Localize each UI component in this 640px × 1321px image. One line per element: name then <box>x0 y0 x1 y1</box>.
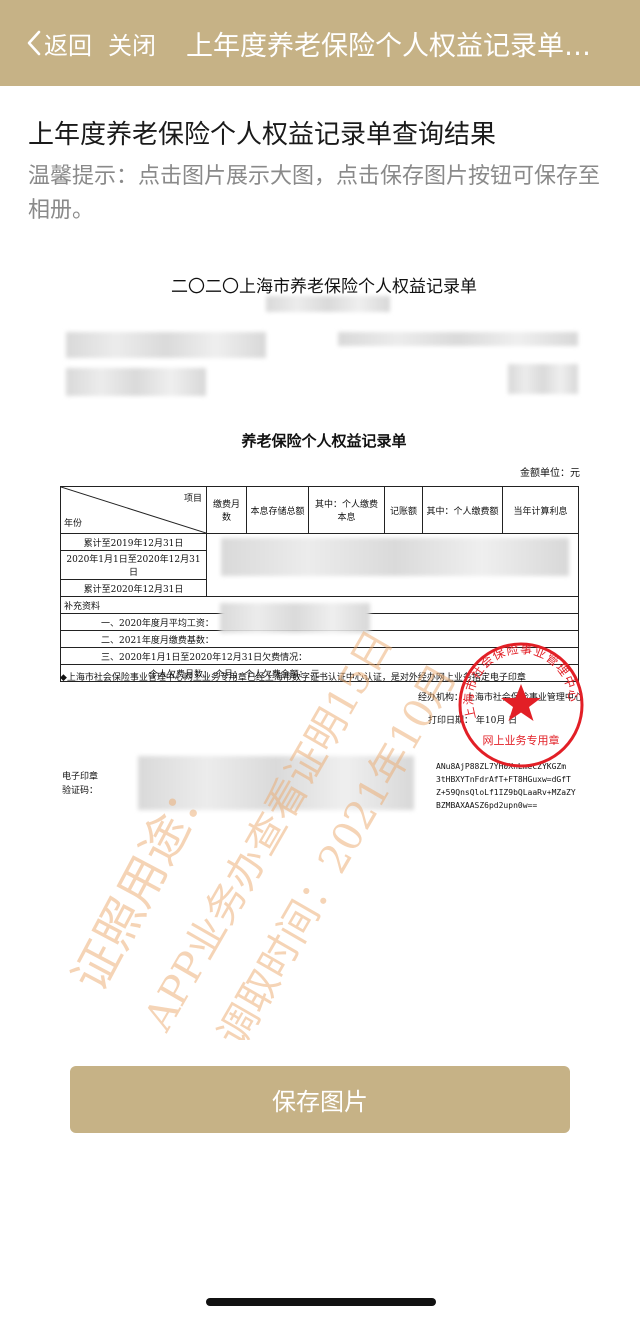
redacted-values-cell <box>206 533 579 597</box>
row-label: 累计至2020年12月31日 <box>60 579 207 597</box>
corner-bottom-label: 年份 <box>64 519 83 529</box>
table-header-row: 项目 年份 缴费月数 本息存储总额 其中：个人缴费本息 记账额 其中：个人缴费额… <box>60 486 579 534</box>
tip-text: 温馨提示：点击图片展示大图，点击保存图片按钮可保存至相册。 <box>28 164 601 223</box>
redacted-block <box>66 332 266 358</box>
back-button[interactable]: 返回 <box>26 26 92 61</box>
redacted-block <box>508 364 578 394</box>
eseal-code-line: BZMBAXAASZ6pd2upn0w== <box>436 801 538 810</box>
back-label: 返回 <box>44 31 92 60</box>
row-label: 2020年1月1日至2020年12月31日 <box>60 550 207 580</box>
column-header: 当年计算利息 <box>502 486 579 534</box>
column-header: 其中：个人缴费本息 <box>308 486 385 534</box>
row-label: 累计至2019年12月31日 <box>60 533 207 551</box>
document-sub-title: 养老保险个人权益记录单 <box>241 432 407 450</box>
record-document-image[interactable]: 二〇二〇上海市养老保险个人权益记录单 养老保险个人权益记录单 金额单位：元 项目… <box>48 260 600 1040</box>
page-heading: 上年度养老保险个人权益记录单查询结果 <box>28 120 497 150</box>
redacted-block <box>66 368 206 396</box>
close-button[interactable]: 关闭 <box>108 26 156 61</box>
table-corner-cell: 项目 年份 <box>60 486 207 534</box>
corner-top-label: 项目 <box>183 494 202 504</box>
redacted-block <box>221 538 569 576</box>
eseal-label-line: 验证码： <box>62 786 99 796</box>
redacted-block <box>338 332 578 346</box>
unit-label: 金额单位：元 <box>520 468 580 479</box>
column-header: 缴费月数 <box>206 486 247 534</box>
official-seal-icon: 上海市社会保险事业管理中心 网上业务专用章 <box>458 641 584 768</box>
eseal-label: 电子印章 验证码： <box>62 770 98 798</box>
table-row: 累计至2019年12月31日 <box>60 533 579 597</box>
eseal-label-line: 电子印章 <box>62 772 99 782</box>
eseal-code-line: 3tHBXYTnFdrAfT+FT8HGuxw=dGfT <box>436 775 571 784</box>
save-image-button[interactable]: 保存图片 <box>70 1066 570 1133</box>
redacted-block <box>266 296 390 312</box>
eseal-code-line: Z+59QnsQloLf1IZ9bQLaaRv+MZaZY <box>436 788 576 797</box>
home-indicator[interactable] <box>206 1298 436 1306</box>
column-header: 其中：个人缴费额 <box>422 486 503 534</box>
navbar: 返回 关闭 上年度养老保险个人权益记录单查询结果 <box>0 0 640 86</box>
nav-title: 上年度养老保险个人权益记录单查询结果 <box>186 30 598 62</box>
document-main-title: 二〇二〇上海市养老保险个人权益记录单 <box>171 277 477 297</box>
seal-bottom-text: 网上业务专用章 <box>483 733 560 747</box>
column-header: 记账额 <box>384 486 423 534</box>
column-header: 本息存储总额 <box>246 486 309 534</box>
chevron-left-icon <box>27 30 41 56</box>
